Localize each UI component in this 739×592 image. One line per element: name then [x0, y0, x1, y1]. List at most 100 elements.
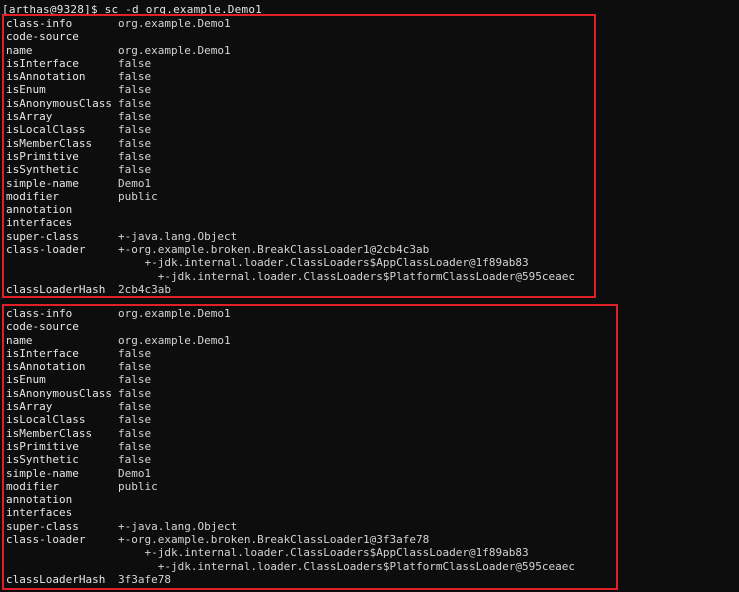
detail-row-value: 3f3afe78	[118, 572, 171, 586]
detail-row: class-info org.example.Demo1	[0, 307, 575, 320]
detail-row-value: +-jdk.internal.loader.ClassLoaders$AppCl…	[118, 546, 529, 560]
detail-row-key: interfaces	[6, 216, 73, 230]
detail-row: class-loader +-org.example.broken.BreakCl…	[0, 533, 575, 546]
detail-row-value: Demo1	[118, 466, 152, 480]
class-detail-block-2: class-info org.example.Demo1 code-source na…	[0, 307, 575, 586]
detail-row: class-info org.example.Demo1	[0, 17, 575, 30]
command-prompt-line: [arthas@9328]$ sc -d org.example.Demo1	[2, 3, 263, 16]
detail-row-key: annotation	[6, 493, 73, 507]
detail-row-value: false	[118, 346, 152, 360]
detail-row-key: isEnum	[6, 83, 46, 97]
detail-row-value: +-java.lang.Object	[118, 519, 238, 533]
detail-row-value: Demo1	[118, 176, 152, 190]
terminal-window[interactable]: [arthas@9328]$ sc -d org.example.Demo1 c…	[0, 0, 739, 592]
detail-row-key: isEnum	[6, 373, 46, 387]
detail-row-value: +-jdk.internal.loader.ClassLoaders$AppCl…	[118, 256, 529, 270]
detail-row: isSynthetic false	[0, 163, 575, 176]
detail-row: isArray false	[0, 110, 575, 123]
detail-row-key: class-loader	[6, 243, 86, 257]
detail-row-key: isPrimitive	[6, 149, 79, 163]
detail-row-key: isInterface	[6, 346, 79, 360]
detail-row-value: false	[118, 110, 152, 124]
detail-row-key: isAnnotation	[6, 70, 86, 84]
detail-row-key: isAnonymousClass	[6, 96, 112, 110]
detail-row: isInterface false	[0, 347, 575, 360]
detail-row-key: modifier	[6, 189, 59, 203]
detail-row: isInterface false	[0, 57, 575, 70]
detail-row-key: isMemberClass	[6, 136, 93, 150]
detail-row-key: isInterface	[6, 56, 79, 70]
detail-row-key: isAnnotation	[6, 360, 86, 374]
detail-row-value: false	[118, 163, 152, 177]
detail-row: interfaces	[0, 216, 575, 229]
detail-row-key: class-info	[6, 307, 73, 320]
detail-row-value: false	[118, 413, 152, 427]
detail-row-key: simple-name	[6, 176, 79, 190]
detail-row: annotation	[0, 203, 575, 216]
detail-row: classLoaderHash 3f3afe78	[0, 573, 575, 586]
detail-row-value: org.example.Demo1	[118, 333, 231, 347]
detail-row: isAnnotation false	[0, 70, 575, 83]
detail-row-key: simple-name	[6, 466, 79, 480]
detail-row-key: isSynthetic	[6, 163, 79, 177]
detail-row-key: classLoaderHash	[6, 572, 106, 586]
detail-row-value: false	[118, 373, 152, 387]
detail-row: isEnum false	[0, 373, 575, 386]
detail-row: isMemberClass false	[0, 137, 575, 150]
detail-row-value: +-org.example.broken.BreakClassLoader1@2…	[118, 243, 430, 257]
detail-row: modifier public	[0, 190, 575, 203]
detail-row: modifier public	[0, 480, 575, 493]
detail-row: isPrimitive false	[0, 440, 575, 453]
detail-row-key: super-class	[6, 519, 79, 533]
detail-row-value: org.example.Demo1	[118, 43, 231, 57]
detail-row-value: org.example.Demo1	[118, 307, 231, 320]
detail-row: isMemberClass false	[0, 427, 575, 440]
detail-row-value: +-jdk.internal.loader.ClassLoaders$Platf…	[118, 559, 575, 573]
detail-row-value: false	[118, 83, 152, 97]
detail-row: code-source	[0, 30, 575, 43]
detail-row-value: public	[118, 479, 158, 493]
detail-row-key: classLoaderHash	[6, 282, 106, 296]
detail-row-value: false	[118, 136, 152, 150]
detail-row: isArray false	[0, 400, 575, 413]
detail-row-value: false	[118, 400, 152, 414]
detail-row-value: false	[118, 386, 152, 400]
detail-row: name org.example.Demo1	[0, 334, 575, 347]
detail-row-value: false	[118, 56, 152, 70]
detail-row-key: code-source	[6, 320, 79, 334]
detail-row-value: false	[118, 453, 152, 467]
detail-row: class-loader +-org.example.broken.BreakCl…	[0, 243, 575, 256]
detail-row: isAnnotation false	[0, 360, 575, 373]
detail-row: super-class +-java.lang.Object	[0, 520, 575, 533]
detail-row-key: name	[6, 333, 33, 347]
detail-row-key: isSynthetic	[6, 453, 79, 467]
detail-row-key: isLocalClass	[6, 413, 86, 427]
detail-row-value: false	[118, 123, 152, 137]
detail-row-continuation: +-jdk.internal.loader.ClassLoaders$Platf…	[0, 560, 575, 573]
detail-row-key: isMemberClass	[6, 426, 93, 440]
detail-row: name org.example.Demo1	[0, 44, 575, 57]
detail-row-key: isArray	[6, 110, 53, 124]
detail-row-value: +-java.lang.Object	[118, 229, 238, 243]
class-detail-block-1: class-info org.example.Demo1 code-source na…	[0, 17, 575, 296]
detail-row-value: false	[118, 149, 152, 163]
detail-row: isLocalClass false	[0, 413, 575, 426]
detail-row-value: +-jdk.internal.loader.ClassLoaders$Platf…	[118, 269, 575, 283]
detail-row-key: code-source	[6, 30, 79, 44]
detail-row: classLoaderHash 2cb4c3ab	[0, 283, 575, 296]
detail-row-key: isLocalClass	[6, 123, 86, 137]
detail-row-key: name	[6, 43, 33, 57]
detail-row-value: false	[118, 439, 152, 453]
detail-row-key: class-loader	[6, 533, 86, 547]
detail-row: annotation	[0, 493, 575, 506]
detail-row-key: isAnonymousClass	[6, 386, 112, 400]
detail-row-value: org.example.Demo1	[118, 17, 231, 30]
detail-row-key: super-class	[6, 229, 79, 243]
detail-row-continuation: +-jdk.internal.loader.ClassLoaders$AppCl…	[0, 256, 575, 269]
detail-row-continuation: +-jdk.internal.loader.ClassLoaders$Platf…	[0, 270, 575, 283]
detail-row-continuation: +-jdk.internal.loader.ClassLoaders$AppCl…	[0, 546, 575, 559]
detail-row-value: false	[118, 96, 152, 110]
detail-row: isLocalClass false	[0, 123, 575, 136]
detail-row-value: false	[118, 360, 152, 374]
detail-row: isAnonymousClass false	[0, 387, 575, 400]
